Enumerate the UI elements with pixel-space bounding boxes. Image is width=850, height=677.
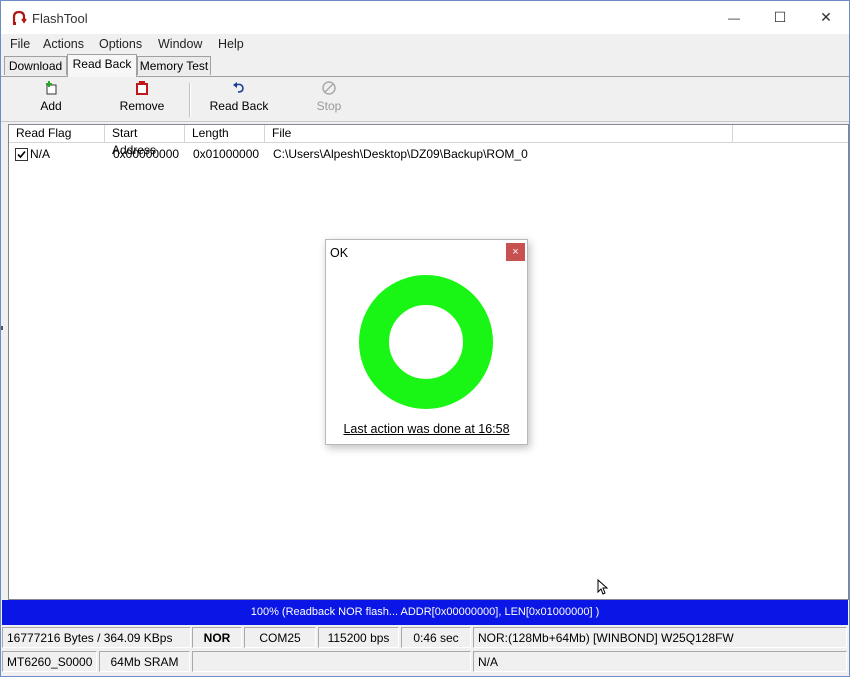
status-bar-row-2: MT6260_S0000 64Mb SRAM N/A bbox=[1, 650, 849, 674]
menu-help[interactable]: Help bbox=[218, 37, 244, 51]
undo-arrow-icon bbox=[233, 82, 244, 93]
checkmark-icon bbox=[17, 150, 26, 159]
flashtool-app-icon bbox=[12, 10, 27, 25]
close-button[interactable]: ✕ bbox=[803, 1, 849, 34]
status-sram: 64Mb SRAM bbox=[99, 651, 190, 672]
stop-button[interactable]: Stop bbox=[311, 81, 347, 119]
minimize-icon: — bbox=[728, 10, 740, 25]
tab-memory-test[interactable]: Memory Test bbox=[137, 56, 211, 75]
success-ring-icon bbox=[359, 275, 493, 409]
column-file[interactable]: File bbox=[265, 125, 733, 142]
table-row[interactable]: N/A 0x00000000 0x01000000 C:\Users\Alpes… bbox=[9, 145, 848, 163]
last-action-message[interactable]: Last action was done at 16:58 bbox=[326, 422, 527, 436]
cell-read-flag: N/A bbox=[30, 147, 51, 161]
menu-file[interactable]: File bbox=[10, 37, 30, 51]
column-start-address[interactable]: Start Address bbox=[105, 125, 185, 157]
title-bar[interactable]: FlashTool — ☐ ✕ bbox=[1, 1, 849, 34]
status-bytes-speed: 16777216 Bytes / 364.09 KBps bbox=[2, 627, 191, 648]
status-extra-info: N/A bbox=[473, 651, 847, 672]
add-icon bbox=[46, 81, 57, 95]
progress-text: 100% (Readback NOR flash... ADDR[0x00000… bbox=[250, 606, 600, 618]
status-bar-row-1: 16777216 Bytes / 364.09 KBps NOR COM25 1… bbox=[1, 626, 849, 650]
cell-file: C:\Users\Alpesh\Desktop\DZ09\Backup\ROM_… bbox=[273, 147, 528, 161]
remove-icon bbox=[136, 81, 148, 95]
menu-window[interactable]: Window bbox=[158, 37, 202, 51]
remove-button[interactable]: Remove bbox=[116, 81, 168, 119]
read-back-button[interactable]: Read Back bbox=[206, 81, 272, 119]
resize-grip-icon bbox=[1, 326, 6, 330]
remove-label: Remove bbox=[119, 99, 165, 113]
read-flag-checkbox[interactable] bbox=[15, 148, 28, 161]
column-length[interactable]: Length bbox=[185, 125, 265, 142]
status-chip: MT6260_S0000 bbox=[2, 651, 97, 672]
tab-read-back[interactable]: Read Back bbox=[67, 54, 137, 77]
status-elapsed-time: 0:46 sec bbox=[401, 627, 471, 648]
stop-label: Stop bbox=[316, 99, 342, 113]
status-com-port: COM25 bbox=[244, 627, 316, 648]
ok-dialog: OK × Last action was done at 16:58 bbox=[325, 239, 528, 445]
menu-actions[interactable]: Actions bbox=[43, 37, 84, 51]
add-button[interactable]: Add bbox=[31, 81, 71, 119]
dialog-close-button[interactable]: × bbox=[506, 243, 525, 261]
add-label: Add bbox=[40, 99, 62, 113]
close-icon: ✕ bbox=[820, 9, 832, 25]
tab-download[interactable]: Download bbox=[4, 56, 67, 75]
status-empty-cell bbox=[192, 651, 471, 672]
flashtool-window: FlashTool — ☐ ✕ File Actions Options Win… bbox=[0, 0, 850, 677]
tab-bar: Download Read Back Memory Test bbox=[1, 54, 849, 77]
status-flash-type: NOR bbox=[192, 627, 242, 648]
stop-icon bbox=[322, 81, 336, 95]
status-flash-info: NOR:(128Mb+64Mb) [WINBOND] W25Q128FW bbox=[473, 627, 847, 648]
maximize-button[interactable]: ☐ bbox=[757, 1, 803, 34]
cell-start-address: 0x00000000 bbox=[113, 147, 180, 161]
toolbar-separator bbox=[189, 83, 191, 117]
status-baud-rate: 115200 bps bbox=[318, 627, 399, 648]
list-header: Read Flag Start Address Length File bbox=[9, 125, 848, 157]
column-read-flag[interactable]: Read Flag bbox=[9, 125, 105, 142]
dialog-close-icon: × bbox=[512, 246, 519, 258]
mouse-cursor-icon bbox=[597, 579, 609, 595]
menu-bar: File Actions Options Window Help bbox=[1, 34, 849, 54]
cell-length: 0x01000000 bbox=[193, 147, 260, 161]
window-title: FlashTool bbox=[32, 11, 88, 26]
progress-bar: 100% (Readback NOR flash... ADDR[0x00000… bbox=[2, 600, 848, 625]
read-back-label: Read Back bbox=[209, 99, 269, 113]
toolbar: Add Remove Read Back Stop bbox=[1, 77, 849, 122]
menu-options[interactable]: Options bbox=[99, 37, 142, 51]
dialog-title: OK bbox=[330, 246, 349, 260]
minimize-button[interactable]: — bbox=[711, 1, 757, 34]
maximize-icon: ☐ bbox=[773, 9, 787, 25]
